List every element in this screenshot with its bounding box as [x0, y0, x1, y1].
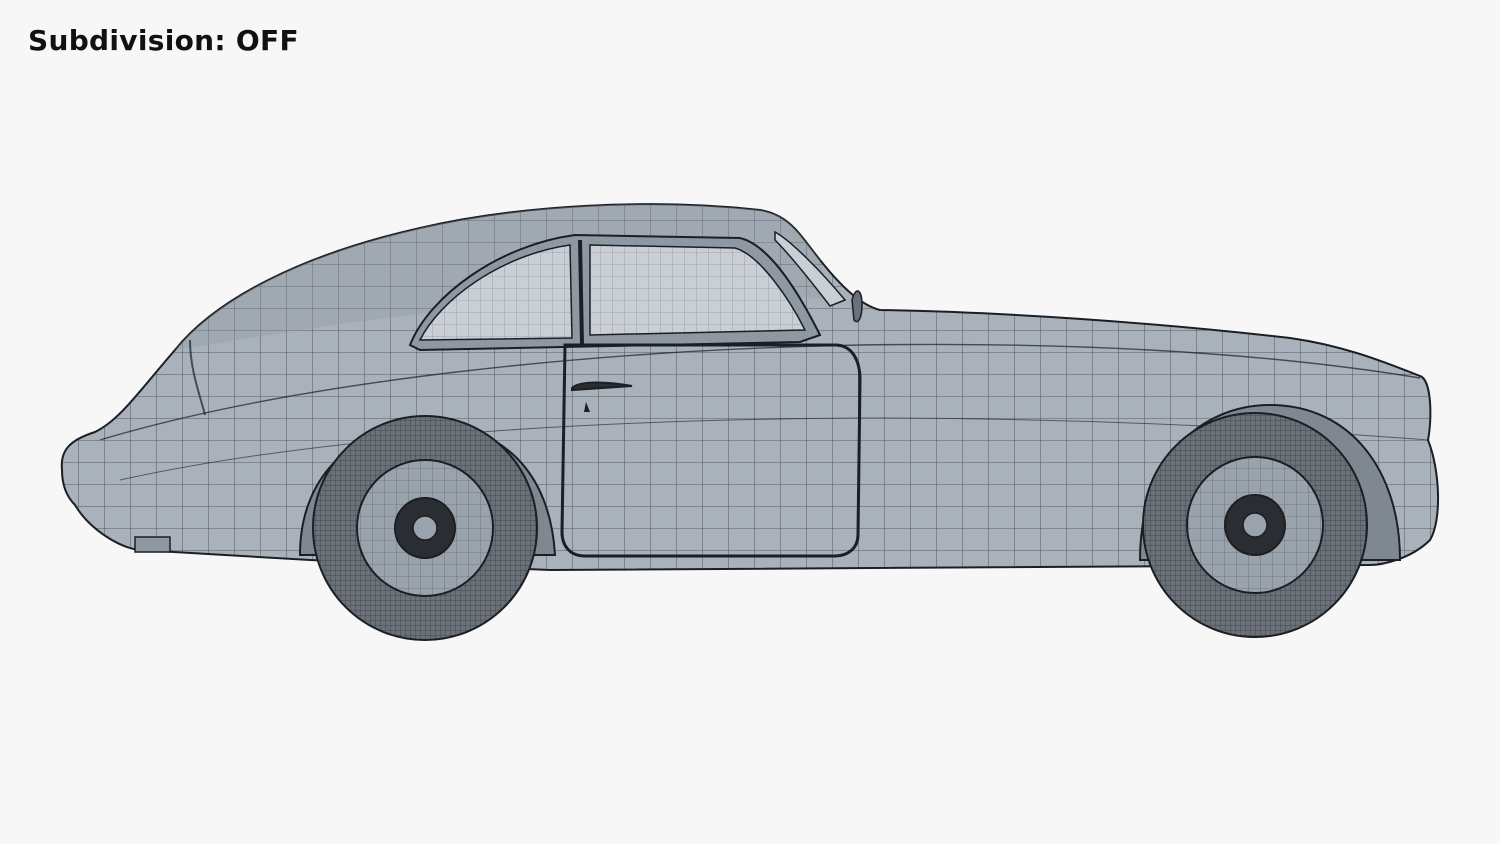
- front-wheel: [1142, 412, 1368, 638]
- viewport: Subdivision: OFF: [0, 0, 1500, 844]
- rear-bumper: [134, 536, 171, 553]
- car-wireframe-render: [60, 203, 1440, 641]
- rear-wheel: [312, 415, 538, 641]
